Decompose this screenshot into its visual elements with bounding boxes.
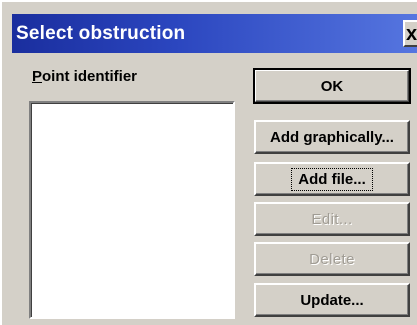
add-graphically-button[interactable]: Add graphically...	[254, 120, 410, 154]
delete-button-label: Delete	[309, 250, 355, 268]
ok-button[interactable]: OK	[253, 68, 411, 104]
window-title: Select obstruction	[16, 23, 186, 44]
update-button[interactable]: Update...	[254, 283, 410, 317]
label-mnemonic: P	[32, 68, 43, 85]
ok-button-label: OK	[320, 77, 344, 95]
add-file-button-label: Add file...	[291, 167, 373, 191]
edit-button: Edit...	[254, 202, 410, 236]
add-graphically-button-label: Add graphically...	[270, 128, 394, 146]
add-file-button[interactable]: Add file...	[254, 162, 410, 196]
label-text: oint identifier	[42, 68, 138, 85]
close-button[interactable]: x	[403, 20, 417, 47]
edit-button-label: Edit...	[311, 210, 353, 228]
delete-button: Delete	[254, 242, 410, 276]
title-bar[interactable]: Select obstruction x	[12, 14, 417, 53]
select-obstruction-dialog: Select obstruction x Point identifier OK…	[0, 0, 417, 325]
point-identifier-listbox[interactable]	[29, 101, 235, 319]
update-button-label: Update...	[300, 291, 364, 309]
point-identifier-label: Point identifier	[32, 68, 137, 85]
close-icon: x	[406, 23, 417, 45]
